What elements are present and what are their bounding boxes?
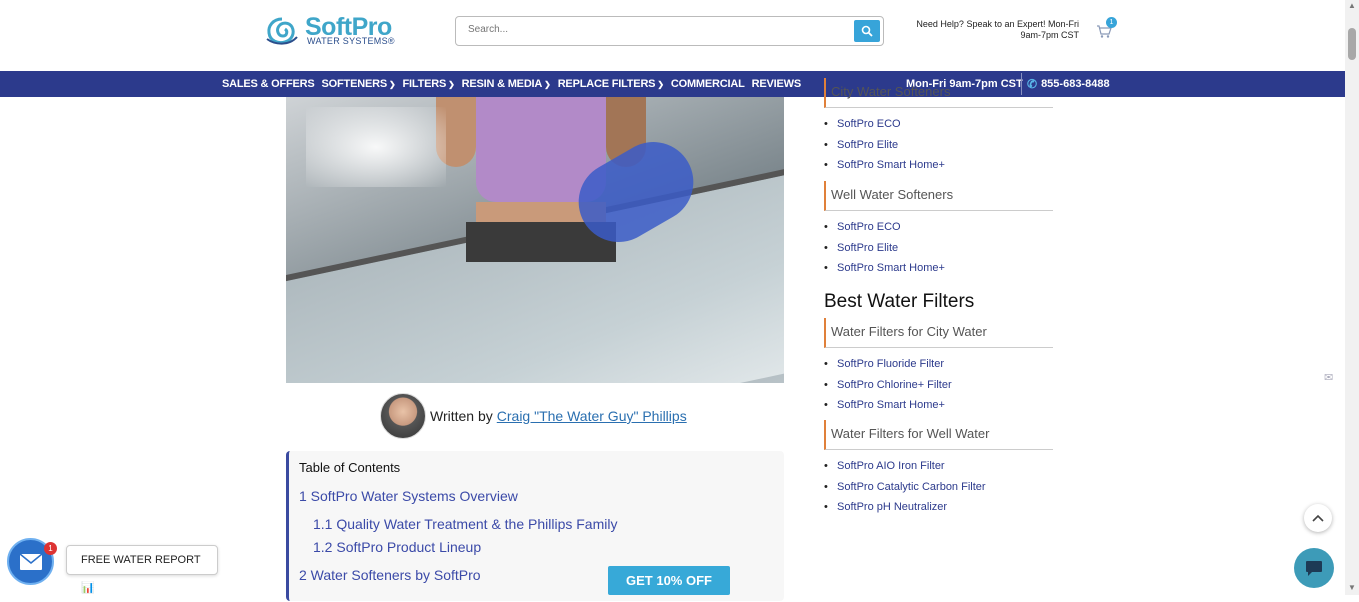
chevron-down-icon: ❯ (448, 79, 455, 89)
list-item[interactable]: SoftPro Catalytic Carbon Filter (824, 477, 986, 498)
toc-item[interactable]: 1 SoftPro Water Systems Overview (299, 488, 518, 504)
nav-item-label: REPLACE FILTERS (557, 78, 656, 90)
sidebar-heading-city-softeners: City Water Softeners (824, 78, 1053, 108)
scrollbar-thumb[interactable] (1348, 28, 1356, 60)
main-nav: SALES & OFFERS SOFTENERS ❯ FILTERS ❯ RESIN… (0, 71, 1345, 97)
toc-item[interactable]: 1.2 SoftPro Product Lineup (313, 539, 481, 555)
search-input[interactable] (468, 24, 848, 35)
softpro-logo[interactable]: SoftPro WATER SYSTEMS® (265, 13, 405, 49)
chat-button[interactable] (1294, 548, 1334, 588)
author-byline: Written by Craig "The Water Guy" Phillip… (380, 392, 687, 440)
nav-item-replace-filters[interactable]: REPLACE FILTERS ❯ (558, 78, 664, 90)
city-softeners-list: SoftPro ECO SoftPro Elite SoftPro Smart … (824, 114, 945, 176)
nav-menu: SALES & OFFERS SOFTENERS ❯ FILTERS ❯ RESIN… (222, 71, 808, 97)
chevron-up-icon (1312, 514, 1324, 522)
toc-title: Table of Contents (299, 460, 401, 475)
hero-image (286, 97, 784, 383)
author-prefix: Written by (430, 408, 493, 424)
city-filters-list: SoftPro Fluoride Filter SoftPro Chlorine… (824, 354, 952, 416)
chevron-down-icon: ❯ (388, 79, 396, 89)
list-item-link[interactable]: SoftPro Fluoride Filter (837, 358, 944, 370)
logo-registered-mark: ® (387, 36, 395, 46)
list-item[interactable]: SoftPro Elite (824, 135, 945, 156)
nav-item-resin-media[interactable]: RESIN & MEDIA ❯ (462, 78, 551, 90)
chat-bubble-icon (1306, 561, 1322, 576)
nav-item-filters[interactable]: FILTERS ❯ (403, 78, 455, 90)
cart-count-badge: 1 (1106, 17, 1117, 28)
chevron-down-icon: ❯ (544, 79, 551, 89)
list-item-link[interactable]: SoftPro Elite (837, 242, 898, 254)
sidebar-heading-label: Well Water Softeners (831, 187, 954, 202)
site-header: SoftPro WATER SYSTEMS® Need Help? Speak … (0, 0, 1345, 71)
help-contact-text: Need Help? Speak to an Expert! Mon-Fri 9… (916, 19, 1079, 40)
list-item-link[interactable]: SoftPro Smart Home+ (837, 159, 945, 171)
envelope-icon (19, 552, 42, 570)
author-link[interactable]: Craig "The Water Guy" Phillips (497, 408, 687, 424)
list-item-link[interactable]: SoftPro pH Neutralizer (837, 501, 947, 513)
toc-item[interactable]: 2 Water Softeners by SoftPro (299, 567, 481, 583)
search-icon (861, 25, 873, 37)
list-item-link[interactable]: SoftPro ECO (837, 221, 901, 233)
scroll-to-top-button[interactable] (1304, 504, 1332, 532)
free-water-report-button[interactable]: FREE WATER REPORT 📊 (66, 545, 218, 594)
nav-item-label: FILTERS (402, 78, 447, 90)
logo-subtitle: WATER SYSTEMS® (307, 36, 395, 46)
nav-item-label: REVIEWS (751, 78, 802, 90)
sidebar-heading-well-filters: Water Filters for Well Water (824, 420, 1053, 450)
hero-water-spray (306, 107, 446, 187)
list-item-link[interactable]: SoftPro Catalytic Carbon Filter (837, 481, 986, 493)
list-item-link[interactable]: SoftPro AIO Iron Filter (837, 460, 945, 472)
best-water-filters-title: Best Water Filters (824, 291, 975, 312)
list-item-link[interactable]: SoftPro Elite (837, 139, 898, 151)
sidebar-heading-label: Water Filters for Well Water (831, 426, 990, 441)
list-item[interactable]: SoftPro pH Neutralizer (824, 497, 986, 518)
page-scrollbar[interactable]: ▲ ▼ (1345, 0, 1359, 595)
search-bar (455, 16, 884, 46)
list-item[interactable]: SoftPro Fluoride Filter (824, 354, 952, 375)
sidebar-heading-label: City Water Softeners (831, 84, 951, 99)
well-filters-list: SoftPro AIO Iron Filter SoftPro Catalyti… (824, 456, 986, 518)
list-item-link[interactable]: SoftPro Smart Home+ (837, 399, 945, 411)
list-item[interactable]: SoftPro ECO (824, 217, 945, 238)
nav-item-label: RESIN & MEDIA (461, 78, 543, 90)
nav-item-reviews[interactable]: REVIEWS (751, 78, 802, 90)
list-item[interactable]: SoftPro Chlorine+ Filter (824, 375, 952, 396)
notification-badge: 1 (44, 542, 57, 555)
scroll-down-arrow-icon[interactable]: ▼ (1348, 583, 1356, 592)
discount-cta-button[interactable]: GET 10% OFF (608, 566, 730, 595)
list-item-link[interactable]: SoftPro Chlorine+ Filter (837, 379, 952, 391)
sidebar-heading-well-softeners: Well Water Softeners (824, 181, 1053, 211)
nav-item-sales-offers[interactable]: SALES & OFFERS (222, 78, 315, 90)
search-button[interactable] (854, 20, 880, 42)
list-item-link[interactable]: SoftPro ECO (837, 118, 901, 130)
author-avatar (380, 393, 426, 439)
scroll-up-arrow-icon[interactable]: ▲ (1348, 1, 1356, 10)
list-item[interactable]: SoftPro AIO Iron Filter (824, 456, 986, 477)
water-swirl-icon (266, 17, 298, 45)
logo-subtitle-text: WATER SYSTEMS (307, 36, 388, 46)
nav-item-label: COMMERCIAL (670, 78, 745, 90)
sidebar-heading-label: Water Filters for City Water (831, 324, 987, 339)
list-item[interactable]: SoftPro Smart Home+ (824, 258, 945, 279)
nav-item-commercial[interactable]: COMMERCIAL (671, 78, 745, 90)
well-softeners-list: SoftPro ECO SoftPro Elite SoftPro Smart … (824, 217, 945, 279)
side-widget-icon[interactable]: ✉ (1324, 371, 1340, 387)
nav-item-label: SOFTENERS (321, 78, 388, 90)
list-item[interactable]: SoftPro Smart Home+ (824, 155, 945, 176)
toc-item[interactable]: 1.1 Quality Water Treatment & the Philli… (313, 516, 617, 532)
chevron-down-icon: ❯ (657, 79, 664, 89)
nav-item-label: SALES & OFFERS (222, 78, 315, 90)
list-item-link[interactable]: SoftPro Smart Home+ (837, 262, 945, 274)
list-item[interactable]: SoftPro ECO (824, 114, 945, 135)
list-item[interactable]: SoftPro Smart Home+ (824, 395, 952, 416)
nav-item-softeners[interactable]: SOFTENERS ❯ (322, 78, 396, 90)
list-item[interactable]: SoftPro Elite (824, 238, 945, 259)
sidebar-heading-city-filters: Water Filters for City Water (824, 318, 1053, 348)
